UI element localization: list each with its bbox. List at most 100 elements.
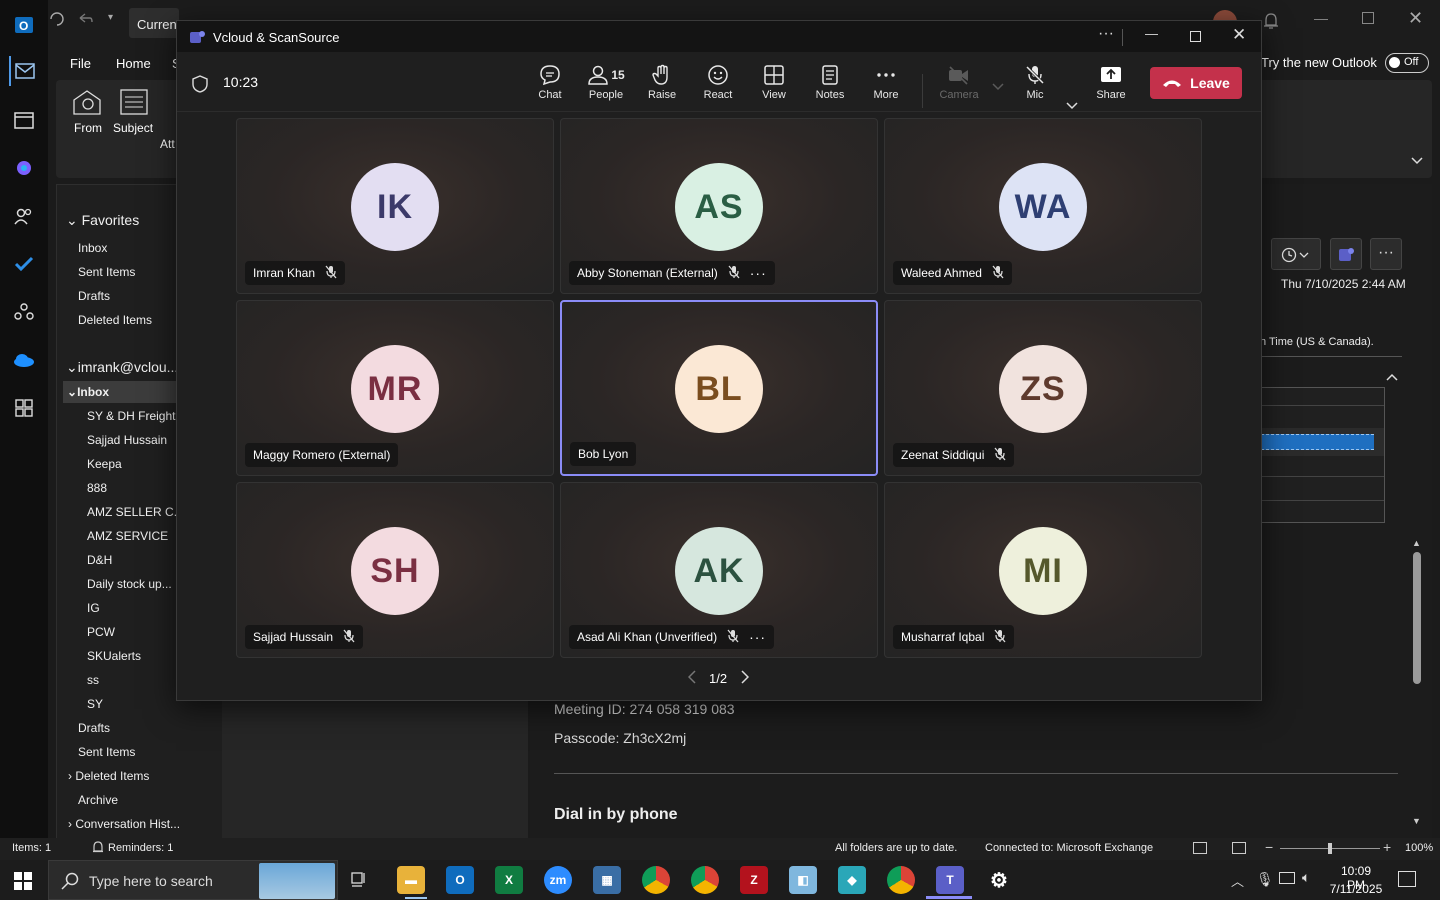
collapse-up-icon[interactable] [1386,368,1398,386]
onedrive-icon[interactable] [9,345,39,375]
teams-minimize-icon[interactable]: — [1145,26,1158,41]
attachments-partial-label[interactable]: Att [160,137,175,151]
camera-button[interactable]: Camera [933,64,985,110]
participant-tile[interactable]: IK Imran Khan [236,118,554,294]
try-new-outlook-toggle[interactable]: Off [1385,53,1429,73]
file-explorer-icon[interactable]: ▬ [397,866,425,894]
groups-icon[interactable] [9,297,39,327]
taskbar-search-box[interactable]: Type here to search [48,860,338,900]
camera-chevron-icon[interactable] [992,78,1004,96]
clock-date[interactable]: 7/11/2025 [1327,882,1385,896]
zoom-app-icon[interactable]: zm [544,866,572,894]
participant-tile[interactable]: MR Maggy Romero (External) [236,300,554,476]
participant-more-icon[interactable]: ··· [750,265,767,281]
bell-icon[interactable] [1263,12,1279,35]
scroll-up-icon[interactable]: ▲ [1412,538,1421,548]
chrome-profile-icon[interactable] [691,866,719,894]
ribbon-expand-icon[interactable] [1411,154,1423,168]
from-button[interactable]: From [74,121,102,135]
account-folder[interactable]: › Deleted Items [68,769,149,783]
windows-start-icon[interactable] [14,872,32,895]
participant-more-icon[interactable]: ··· [749,629,766,645]
tray-chevron-icon[interactable]: ︿ [1231,871,1244,890]
teams-close-icon[interactable]: ✕ [1232,25,1246,45]
participant-tile[interactable]: MI Musharraf Iqbal [884,482,1202,658]
zoom-slider-thumb[interactable] [1328,843,1332,854]
subject-icon[interactable] [119,88,149,116]
notifications-icon[interactable] [1398,871,1416,887]
apps-icon[interactable] [9,393,39,423]
chat-button[interactable]: Chat [524,64,576,110]
zoom-slider[interactable] [1280,843,1380,854]
undo-icon[interactable] [76,10,94,33]
meeting-block[interactable] [1261,434,1374,450]
tab-home[interactable]: Home [116,56,151,71]
teams-join-icon[interactable] [1330,238,1362,270]
todo-icon[interactable] [9,249,39,279]
current-view-box[interactable]: Current [129,8,179,38]
people-button[interactable]: 15 People [580,64,632,110]
prev-page-chevron-icon[interactable] [687,670,696,689]
fav-drafts[interactable]: Drafts [78,289,110,303]
fav-deleted-items[interactable]: Deleted Items [78,313,152,327]
calculator-icon[interactable]: ▦ [593,866,621,894]
teams-maximize-icon[interactable] [1190,31,1201,42]
participant-tile[interactable]: ZS Zeenat Siddiqui [884,300,1202,476]
account-folder[interactable]: › Conversation Hist... [68,817,180,831]
react-button[interactable]: React [692,64,744,110]
network-icon[interactable] [1279,872,1295,884]
reading-view-icon[interactable] [1232,842,1246,854]
zoom-in-icon[interactable]: + [1383,839,1391,855]
scrollbar-thumb[interactable] [1413,552,1421,684]
participant-tile[interactable]: SH Sajjad Hussain [236,482,554,658]
more-actions-icon[interactable]: ··· [1370,238,1402,270]
app-diamond-icon[interactable]: ◆ [838,866,866,894]
minimize-icon[interactable]: — [1314,10,1328,26]
account-folder[interactable]: Drafts [78,721,110,735]
share-button[interactable]: Share [1085,64,1137,110]
tab-file[interactable]: File [70,56,91,71]
favorites-header[interactable]: ⌄ Favorites [66,212,139,229]
normal-view-icon[interactable] [1193,842,1207,854]
sync-icon[interactable] [48,10,70,32]
view-button[interactable]: View [748,64,800,110]
qat-dropdown-icon[interactable]: ▾ [108,12,113,23]
mail-icon[interactable] [9,56,39,86]
fav-inbox[interactable]: Inbox [78,241,107,255]
participant-tile[interactable]: BL Bob Lyon [560,300,878,476]
next-page-chevron-icon[interactable] [741,670,750,689]
scroll-down-icon[interactable]: ▼ [1412,816,1421,826]
restore-icon[interactable] [1362,12,1374,24]
participant-tile[interactable]: WA Waleed Ahmed [884,118,1202,294]
task-view-icon[interactable] [351,872,369,893]
mic-button[interactable]: Mic [1009,64,1061,110]
reading-scrollbar[interactable]: ▲ ▼ [1410,538,1424,828]
outlook-taskbar-icon[interactable]: O [446,866,474,894]
subject-button[interactable]: Subject [113,121,153,135]
account-folder[interactable]: Sent Items [78,745,135,759]
reminder-dropdown-button[interactable] [1271,238,1321,270]
excel-icon[interactable]: X [495,866,523,894]
window-more-icon[interactable]: ··· [1098,25,1114,43]
raise-hand-button[interactable]: Raise [636,64,688,110]
copilot-icon[interactable] [9,153,39,183]
zoom-out-icon[interactable]: − [1265,839,1273,855]
chrome-user-icon[interactable] [887,866,915,894]
from-search-icon[interactable] [72,88,102,116]
settings-gear-icon[interactable]: ⚙ [985,866,1013,894]
participant-tile[interactable]: AS Abby Stoneman (External) ··· [560,118,878,294]
chrome-icon[interactable] [642,866,670,894]
account-folder[interactable]: Archive [78,793,118,807]
participant-tile[interactable]: AK Asad Ali Khan (Unverified) ··· [560,482,878,658]
filezilla-icon[interactable]: Z [740,866,768,894]
tray-mic-icon[interactable]: 🎙︎ [1256,871,1274,888]
reminders-count[interactable]: Reminders: 1 [108,842,173,854]
app-blue-icon[interactable]: ◧ [789,866,817,894]
fav-sent-items[interactable]: Sent Items [78,265,135,279]
volume-icon[interactable]: 🔈︎ [1302,869,1310,886]
close-icon[interactable]: ✕ [1408,8,1423,29]
calendar-icon[interactable] [9,105,39,135]
more-button[interactable]: More [860,64,912,110]
people-icon[interactable] [9,201,39,231]
teams-taskbar-icon[interactable]: T [936,866,964,894]
